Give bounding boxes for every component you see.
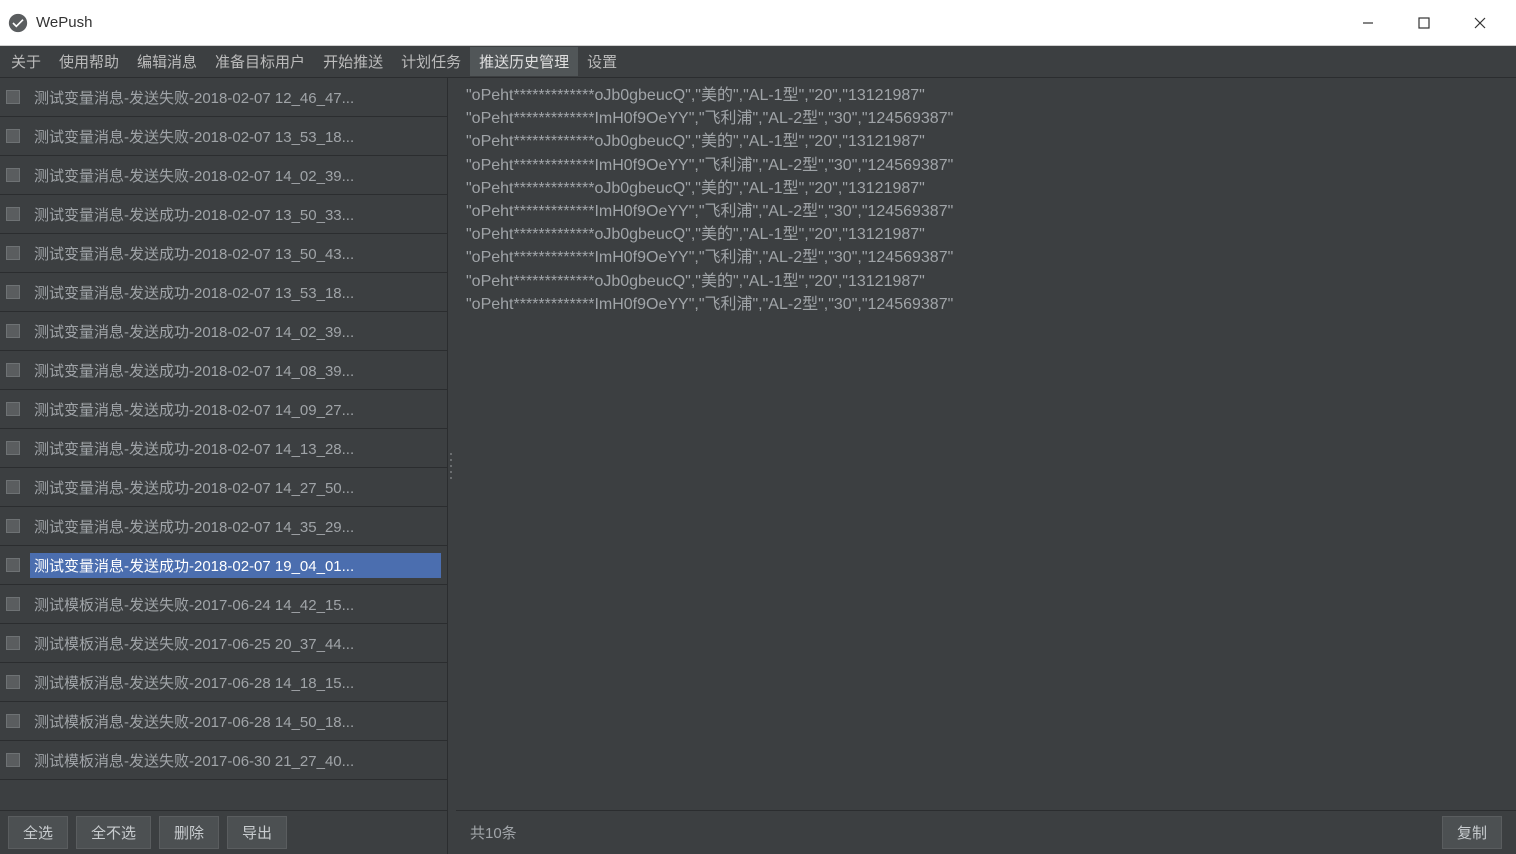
right-panel: "oPeht*************oJb0gbeucQ","美的","AL-…	[456, 78, 1516, 854]
left-toolbar: 全选 全不选 删除 导出	[0, 810, 447, 854]
history-label: 测试变量消息-发送成功-2018-02-07 13_50_33...	[30, 202, 441, 227]
menu-item-0[interactable]: 关于	[2, 47, 50, 76]
splitter-grip-icon	[450, 451, 454, 481]
menubar: 关于使用帮助编辑消息准备目标用户开始推送计划任务推送历史管理设置	[0, 46, 1516, 78]
history-checkbox[interactable]	[6, 675, 20, 689]
history-checkbox[interactable]	[6, 597, 20, 611]
history-item[interactable]: 测试变量消息-发送成功-2018-02-07 14_35_29...	[0, 507, 447, 546]
content-line: "oPeht*************ImH0f9OeYY","飞利浦","AL…	[466, 293, 1506, 316]
history-label: 测试模板消息-发送失败-2017-06-24 14_42_15...	[30, 592, 441, 617]
copy-button[interactable]: 复制	[1442, 816, 1502, 849]
history-label: 测试变量消息-发送成功-2018-02-07 13_50_43...	[30, 241, 441, 266]
history-label: 测试变量消息-发送成功-2018-02-07 14_13_28...	[30, 436, 441, 461]
content-area[interactable]: "oPeht*************oJb0gbeucQ","美的","AL-…	[456, 78, 1516, 810]
history-item[interactable]: 测试模板消息-发送失败-2017-06-24 14_42_15...	[0, 585, 447, 624]
menu-item-4[interactable]: 开始推送	[314, 47, 392, 76]
history-label: 测试变量消息-发送成功-2018-02-07 19_04_01...	[30, 553, 441, 578]
history-item[interactable]: 测试变量消息-发送成功-2018-02-07 14_27_50...	[0, 468, 447, 507]
content-line: "oPeht*************oJb0gbeucQ","美的","AL-…	[466, 84, 1506, 107]
history-item[interactable]: 测试模板消息-发送失败-2017-06-28 14_50_18...	[0, 702, 447, 741]
history-checkbox[interactable]	[6, 90, 20, 104]
select-all-button[interactable]: 全选	[8, 816, 68, 849]
history-checkbox[interactable]	[6, 129, 20, 143]
history-item[interactable]: 测试变量消息-发送成功-2018-02-07 19_04_01...	[0, 546, 447, 585]
status-text: 共10条	[470, 822, 1442, 843]
select-none-button[interactable]: 全不选	[76, 816, 151, 849]
content-line: "oPeht*************oJb0gbeucQ","美的","AL-…	[466, 270, 1506, 293]
history-label: 测试变量消息-发送失败-2018-02-07 13_53_18...	[30, 124, 441, 149]
history-item[interactable]: 测试变量消息-发送成功-2018-02-07 14_09_27...	[0, 390, 447, 429]
content-line: "oPeht*************ImH0f9OeYY","飞利浦","AL…	[466, 246, 1506, 269]
history-item[interactable]: 测试模板消息-发送失败-2017-06-30 21_27_40...	[0, 741, 447, 780]
history-checkbox[interactable]	[6, 753, 20, 767]
history-label: 测试模板消息-发送失败-2017-06-25 20_37_44...	[30, 631, 441, 656]
history-label: 测试变量消息-发送成功-2018-02-07 14_09_27...	[30, 397, 441, 422]
menu-item-6[interactable]: 推送历史管理	[470, 47, 578, 76]
menu-item-1[interactable]: 使用帮助	[50, 47, 128, 76]
content-line: "oPeht*************ImH0f9OeYY","飞利浦","AL…	[466, 200, 1506, 223]
history-item[interactable]: 测试模板消息-发送失败-2017-06-28 14_18_15...	[0, 663, 447, 702]
history-checkbox[interactable]	[6, 168, 20, 182]
history-item[interactable]: 测试变量消息-发送失败-2018-02-07 12_46_47...	[0, 78, 447, 117]
history-checkbox[interactable]	[6, 714, 20, 728]
history-item[interactable]: 测试变量消息-发送失败-2018-02-07 14_02_39...	[0, 156, 447, 195]
main-content: 测试变量消息-发送失败-2018-02-07 12_46_47... 测试变量消息…	[0, 78, 1516, 854]
menu-item-3[interactable]: 准备目标用户	[206, 47, 314, 76]
history-item[interactable]: 测试变量消息-发送成功-2018-02-07 14_13_28...	[0, 429, 447, 468]
titlebar: WePush	[0, 0, 1516, 46]
menu-item-7[interactable]: 设置	[578, 47, 626, 76]
close-button[interactable]	[1452, 0, 1508, 46]
content-line: "oPeht*************oJb0gbeucQ","美的","AL-…	[466, 177, 1506, 200]
history-label: 测试模板消息-发送失败-2017-06-28 14_18_15...	[30, 670, 441, 695]
maximize-button[interactable]	[1396, 0, 1452, 46]
history-checkbox[interactable]	[6, 519, 20, 533]
history-list[interactable]: 测试变量消息-发送失败-2018-02-07 12_46_47... 测试变量消息…	[0, 78, 447, 810]
history-checkbox[interactable]	[6, 480, 20, 494]
history-checkbox[interactable]	[6, 363, 20, 377]
menu-item-2[interactable]: 编辑消息	[128, 47, 206, 76]
history-checkbox[interactable]	[6, 285, 20, 299]
window-title: WePush	[36, 14, 1340, 31]
history-checkbox[interactable]	[6, 246, 20, 260]
splitter[interactable]	[448, 78, 456, 854]
history-label: 测试变量消息-发送失败-2018-02-07 14_02_39...	[30, 163, 441, 188]
minimize-button[interactable]	[1340, 0, 1396, 46]
history-label: 测试变量消息-发送成功-2018-02-07 14_35_29...	[30, 514, 441, 539]
delete-button[interactable]: 删除	[159, 816, 219, 849]
history-checkbox[interactable]	[6, 441, 20, 455]
history-label: 测试变量消息-发送成功-2018-02-07 13_53_18...	[30, 280, 441, 305]
history-label: 测试模板消息-发送失败-2017-06-28 14_50_18...	[30, 709, 441, 734]
history-checkbox[interactable]	[6, 324, 20, 338]
left-panel: 测试变量消息-发送失败-2018-02-07 12_46_47... 测试变量消息…	[0, 78, 448, 854]
content-line: "oPeht*************oJb0gbeucQ","美的","AL-…	[466, 130, 1506, 153]
history-item[interactable]: 测试变量消息-发送成功-2018-02-07 14_08_39...	[0, 351, 447, 390]
history-item[interactable]: 测试模板消息-发送失败-2017-06-25 20_37_44...	[0, 624, 447, 663]
history-item[interactable]: 测试变量消息-发送成功-2018-02-07 13_50_33...	[0, 195, 447, 234]
menu-item-5[interactable]: 计划任务	[392, 47, 470, 76]
history-checkbox[interactable]	[6, 558, 20, 572]
history-checkbox[interactable]	[6, 402, 20, 416]
window-controls	[1340, 0, 1508, 46]
right-toolbar: 共10条 复制	[456, 810, 1516, 854]
content-line: "oPeht*************ImH0f9OeYY","飞利浦","AL…	[466, 107, 1506, 130]
history-label: 测试变量消息-发送成功-2018-02-07 14_02_39...	[30, 319, 441, 344]
export-button[interactable]: 导出	[227, 816, 287, 849]
history-label: 测试变量消息-发送失败-2018-02-07 12_46_47...	[30, 85, 441, 110]
history-label: 测试变量消息-发送成功-2018-02-07 14_08_39...	[30, 358, 441, 383]
app-icon	[8, 13, 28, 33]
content-line: "oPeht*************ImH0f9OeYY","飞利浦","AL…	[466, 154, 1506, 177]
history-label: 测试变量消息-发送成功-2018-02-07 14_27_50...	[30, 475, 441, 500]
history-item[interactable]: 测试变量消息-发送成功-2018-02-07 14_02_39...	[0, 312, 447, 351]
history-checkbox[interactable]	[6, 636, 20, 650]
history-item[interactable]: 测试变量消息-发送成功-2018-02-07 13_50_43...	[0, 234, 447, 273]
history-item[interactable]: 测试变量消息-发送成功-2018-02-07 13_53_18...	[0, 273, 447, 312]
content-line: "oPeht*************oJb0gbeucQ","美的","AL-…	[466, 223, 1506, 246]
history-checkbox[interactable]	[6, 207, 20, 221]
history-item[interactable]: 测试变量消息-发送失败-2018-02-07 13_53_18...	[0, 117, 447, 156]
history-label: 测试模板消息-发送失败-2017-06-30 21_27_40...	[30, 748, 441, 773]
